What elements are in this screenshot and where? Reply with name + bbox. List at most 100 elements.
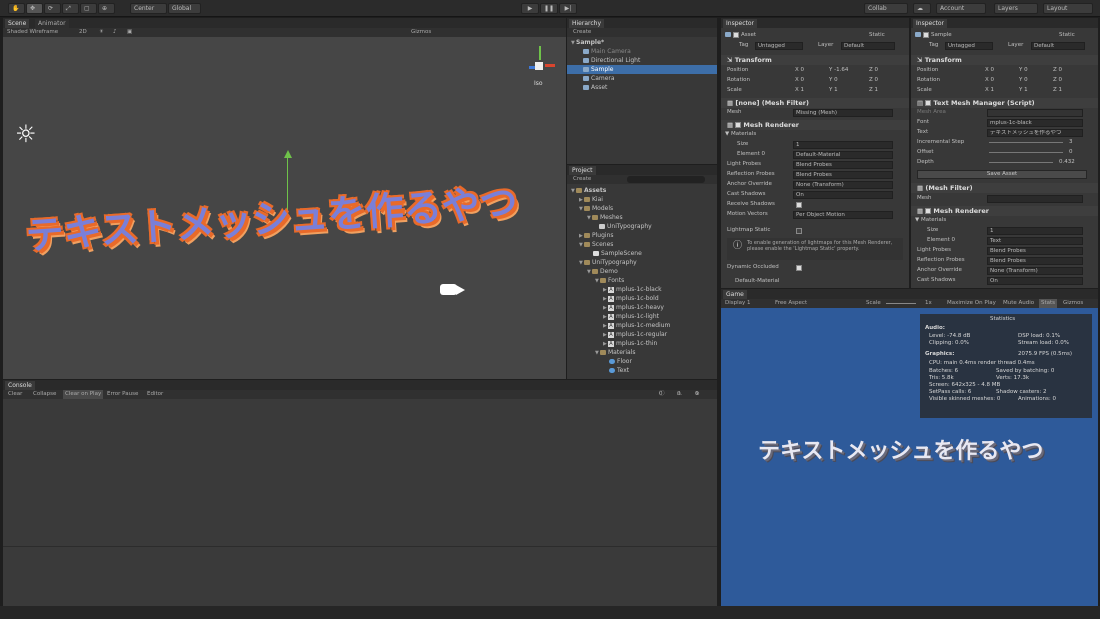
tab-hierarchy[interactable]: Hierarchy [569, 19, 605, 28]
project-search-input[interactable] [627, 176, 705, 183]
save-asset-button[interactable]: Save Asset [917, 170, 1087, 179]
mesh-renderer-header[interactable]: ▦ Mesh Renderer [721, 120, 909, 130]
project-folder-demo[interactable]: ▼ Demo [587, 267, 618, 276]
renderer-enabled-checkbox[interactable] [925, 208, 932, 214]
gizmos-dropdown[interactable]: Gizmos [411, 28, 431, 37]
tab-game[interactable]: Game [723, 290, 747, 299]
offset-value[interactable]: 0 [1069, 148, 1073, 157]
scale-z[interactable]: Z 1 [869, 86, 878, 95]
project-folder-meshes[interactable]: ▼ Meshes [587, 213, 623, 222]
2d-toggle[interactable]: 2D [79, 28, 87, 37]
tab-console[interactable]: Console [5, 381, 35, 390]
project-material-floor[interactable]: Floor [609, 357, 632, 366]
project-asset-unitypography[interactable]: UniTypography [599, 222, 652, 231]
display-dropdown[interactable]: Display 1 [725, 299, 751, 308]
tab-project[interactable]: Project [569, 166, 596, 175]
tab-inspector[interactable]: Inspector [913, 19, 947, 28]
rotation-z[interactable]: Z 0 [1053, 76, 1062, 85]
size-field[interactable]: 1 [793, 141, 893, 149]
mesh-filter-header[interactable]: ▦ (Mesh Filter) [911, 183, 1098, 193]
scale-slider[interactable] [886, 303, 916, 304]
position-y[interactable]: Y -1.64 [829, 66, 848, 75]
materials-foldout[interactable]: ▼ Materials [915, 216, 946, 225]
dynamic-occluded-checkbox[interactable] [796, 265, 802, 271]
hierarchy-item-sample[interactable]: Sample [567, 65, 717, 74]
aspect-dropdown[interactable]: Free Aspect [775, 299, 807, 308]
project-font-item[interactable]: ▶ Amplus-1c-bold [603, 294, 659, 303]
static-toggle[interactable]: Static [869, 31, 885, 40]
scale-z[interactable]: Z 1 [1053, 86, 1062, 95]
transform-header[interactable]: ⇲ Transform [721, 55, 909, 65]
rotation-y[interactable]: Y 0 [829, 76, 838, 85]
maximize-on-play-toggle[interactable]: Maximize On Play [947, 299, 996, 308]
renderer-enabled-checkbox[interactable] [735, 122, 742, 128]
materials-foldout[interactable]: ▼ Materials [725, 130, 756, 139]
tag-dropdown[interactable]: Untagged [755, 42, 803, 50]
element0-field[interactable]: Default-Material [793, 151, 893, 159]
game-gizmos-dropdown[interactable]: Gizmos [1063, 299, 1083, 308]
hierarchy-scene-row[interactable]: ▼Sample* [571, 38, 604, 47]
hierarchy-item-directional-light[interactable]: Directional Light [583, 56, 640, 65]
rotation-x[interactable]: X 0 [985, 76, 994, 85]
reflection-probes-dropdown[interactable]: Blend Probes [793, 171, 893, 179]
text-mesh-manager-header[interactable]: ▤ Text Mesh Manager (Script) [911, 98, 1098, 108]
console-error-pause-toggle[interactable]: Error Pause [107, 390, 138, 399]
mesh-filter-header[interactable]: ▦ [none] (Mesh Filter) [721, 98, 909, 108]
light-probes-dropdown[interactable]: Blend Probes [793, 161, 893, 169]
mute-audio-toggle[interactable]: Mute Audio [1003, 299, 1034, 308]
stats-toggle[interactable]: Stats [1039, 299, 1058, 308]
project-font-item[interactable]: ▶ Amplus-1c-medium [603, 321, 670, 330]
project-create-button[interactable]: Create [573, 175, 591, 184]
script-enabled-checkbox[interactable] [925, 100, 932, 106]
step-button[interactable]: ▶| [559, 3, 577, 14]
mesh-field[interactable]: Missing (Mesh) [793, 109, 893, 117]
tab-animator[interactable]: Animator [35, 19, 69, 28]
anchor-override-field[interactable]: None (Transform) [793, 181, 893, 189]
play-button[interactable]: ▶ [521, 3, 539, 14]
tag-dropdown[interactable]: Untagged [945, 42, 993, 50]
hand-tool-button[interactable]: ✋ [8, 3, 25, 14]
rotation-x[interactable]: X 0 [795, 76, 804, 85]
project-font-item[interactable]: ▶ Amplus-1c-regular [603, 330, 667, 339]
position-z[interactable]: Z 0 [1053, 66, 1062, 75]
element0-field[interactable]: Text [987, 237, 1083, 245]
mesh-field[interactable] [987, 195, 1083, 203]
pivot-global-button[interactable]: Global [168, 3, 201, 14]
project-font-item[interactable]: ▶ Amplus-1c-heavy [603, 303, 664, 312]
lightmap-static-checkbox[interactable] [796, 228, 802, 234]
scale-tool-button[interactable]: ⤢ [62, 3, 79, 14]
console-editor-dropdown[interactable]: Editor [147, 390, 163, 399]
console-collapse-button[interactable]: Collapse [33, 390, 56, 399]
position-x[interactable]: X 0 [985, 66, 994, 75]
layer-dropdown[interactable]: Default [1031, 42, 1085, 50]
depth-value[interactable]: 0.432 [1059, 158, 1075, 167]
scale-x[interactable]: X 1 [795, 86, 804, 95]
mesh-renderer-header[interactable]: ▦ Mesh Renderer [911, 206, 1098, 216]
hierarchy-create-button[interactable]: Create [573, 28, 591, 37]
project-material-text[interactable]: Text [609, 366, 629, 375]
console-clear-button[interactable]: Clear [8, 390, 22, 399]
project-folder-plugins[interactable]: ▶ Plugins [579, 231, 614, 240]
move-tool-button[interactable]: ✥ [26, 3, 43, 14]
cast-shadows-dropdown[interactable]: On [793, 191, 893, 199]
scene-text-mesh[interactable]: テキストメッシュを作るやつ [24, 171, 520, 260]
project-folder-scenes[interactable]: ▼ Scenes [579, 240, 613, 249]
project-font-item[interactable]: ▶ Amplus-1c-light [603, 312, 659, 321]
transform-tool-button[interactable]: ⊕ [98, 3, 115, 14]
text-field[interactable]: テキストメッシュを作るやつ [987, 129, 1083, 137]
hierarchy-item-asset[interactable]: Asset [583, 83, 607, 92]
hierarchy-item-camera[interactable]: Camera [583, 74, 615, 83]
pivot-center-button[interactable]: Center [130, 3, 167, 14]
font-field[interactable]: mplus-1c-black [987, 119, 1083, 127]
incremental-step-slider[interactable] [989, 142, 1063, 143]
anchor-override-field[interactable]: None (Transform) [987, 267, 1083, 275]
rotate-tool-button[interactable]: ⟳ [44, 3, 61, 14]
camera-icon[interactable] [440, 280, 466, 296]
transform-header[interactable]: ⇲ Transform [911, 55, 1098, 65]
offset-slider[interactable] [989, 152, 1063, 153]
reflection-probes-dropdown[interactable]: Blend Probes [987, 257, 1083, 265]
layout-dropdown[interactable]: Layout [1043, 3, 1093, 14]
scale-y[interactable]: Y 1 [1019, 86, 1028, 95]
pause-button[interactable]: ❚❚ [540, 3, 558, 14]
tab-scene[interactable]: Scene [5, 19, 30, 28]
